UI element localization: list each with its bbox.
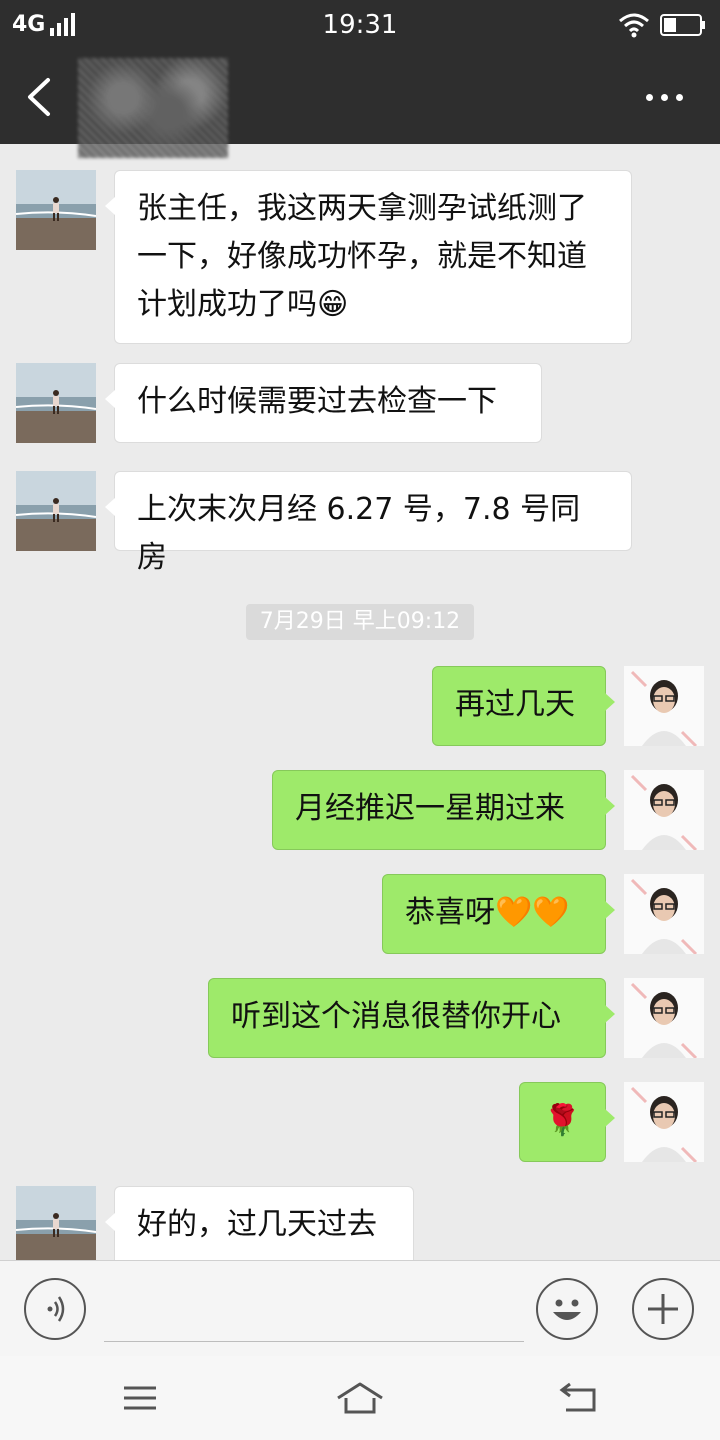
- message-list[interactable]: 张主任，我这两天拿测孕试纸测了一下，好像成功怀孕，就是不知道计划成功了吗😁 什么…: [0, 144, 720, 1260]
- timestamp-divider: 7月29日 早上09:12: [246, 604, 474, 640]
- more-dots-icon[interactable]: [640, 80, 690, 116]
- grin-emoji: 😁: [317, 287, 349, 322]
- message-bubble-incoming[interactable]: 好的，过几天过去: [105, 1186, 414, 1260]
- message-text: 月经推迟一星期过来: [295, 791, 565, 826]
- message-bubble-outgoing[interactable]: 恭喜呀🧡🧡: [382, 874, 615, 954]
- plus-icon[interactable]: [632, 1278, 694, 1340]
- message-text: 什么时候需要过去检查一下: [137, 384, 497, 419]
- back-return-icon[interactable]: [550, 1378, 610, 1418]
- user-avatar[interactable]: [624, 666, 704, 746]
- message-bubble-outgoing[interactable]: 🌹: [519, 1082, 615, 1162]
- smiley-icon[interactable]: [536, 1278, 598, 1340]
- user-avatar[interactable]: [624, 978, 704, 1058]
- message-bubble-outgoing[interactable]: 再过几天: [432, 666, 615, 746]
- chat-header: 董方: [0, 50, 720, 158]
- user-avatar[interactable]: [624, 770, 704, 850]
- chevron-left-icon[interactable]: [20, 74, 60, 120]
- clock: 19:31: [322, 10, 398, 40]
- contact-avatar[interactable]: [16, 1186, 96, 1260]
- rose-emoji: 🌹: [543, 1103, 582, 1138]
- user-avatar[interactable]: [624, 874, 704, 954]
- user-avatar[interactable]: [624, 1082, 704, 1162]
- message-input[interactable]: [104, 1279, 524, 1342]
- home-icon[interactable]: [330, 1378, 390, 1418]
- status-bar: 4G 19:31: [0, 0, 720, 50]
- message-bubble-outgoing[interactable]: 听到这个消息很替你开心: [208, 978, 615, 1058]
- contact-avatar[interactable]: [16, 170, 96, 250]
- message-text: 恭喜呀: [405, 895, 495, 930]
- message-bubble-incoming[interactable]: 上次末次月经 6.27 号，7.8 号同房: [105, 471, 632, 575]
- message-text: 听到这个消息很替你开心: [231, 999, 561, 1034]
- voice-icon[interactable]: [24, 1278, 86, 1340]
- message-bubble-outgoing[interactable]: 月经推迟一星期过来: [272, 770, 615, 850]
- orange-heart-emoji: 🧡🧡: [495, 895, 570, 930]
- contact-name: 董方: [78, 58, 228, 158]
- system-nav-bar: [0, 1356, 720, 1440]
- wifi-icon: [619, 13, 649, 38]
- battery-icon: [660, 14, 705, 36]
- message-text: 张主任，我这两天拿测孕试纸测了一下，好像成功怀孕，就是不知道计划成功了吗: [137, 191, 587, 322]
- message-text: 上次末次月经 6.27 号，7.8 号同房: [137, 492, 581, 575]
- contact-avatar[interactable]: [16, 471, 96, 551]
- contact-avatar[interactable]: [16, 363, 96, 443]
- message-bubble-incoming[interactable]: 张主任，我这两天拿测孕试纸测了一下，好像成功怀孕，就是不知道计划成功了吗😁: [105, 170, 632, 344]
- message-text: 再过几天: [455, 687, 575, 722]
- menu-icon[interactable]: [110, 1378, 170, 1418]
- message-text: 好的，过几天过去: [137, 1207, 377, 1242]
- input-bar: [0, 1260, 720, 1357]
- message-bubble-incoming[interactable]: 什么时候需要过去检查一下: [105, 363, 542, 443]
